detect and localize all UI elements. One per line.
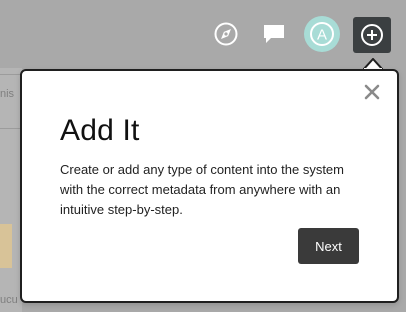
background-text-fragment: ucu: [0, 294, 18, 306]
close-button[interactable]: [363, 83, 381, 101]
onboarding-popover: Add It Create or add any type of content…: [20, 69, 399, 303]
top-header: A: [0, 0, 406, 68]
background-divider: [0, 74, 22, 75]
avatar-letter: A: [317, 27, 327, 44]
background-sidebar: [0, 68, 22, 312]
close-icon: [364, 84, 380, 100]
background-highlight: [0, 224, 12, 268]
chat-icon-graphic: [264, 25, 284, 43]
background-divider: [0, 128, 22, 129]
compass-icon-graphic: [214, 22, 238, 46]
compass-icon[interactable]: [210, 18, 242, 50]
add-icon: [361, 24, 383, 46]
chat-icon[interactable]: [258, 18, 290, 50]
add-button[interactable]: [353, 17, 391, 53]
avatar-icon: A: [310, 22, 334, 46]
background-text-fragment: nis: [0, 88, 15, 100]
avatar[interactable]: A: [304, 16, 340, 52]
popover-description: Create or add any type of content into t…: [60, 162, 344, 217]
popover-title: Add It: [60, 114, 140, 147]
next-button[interactable]: Next: [298, 228, 359, 264]
